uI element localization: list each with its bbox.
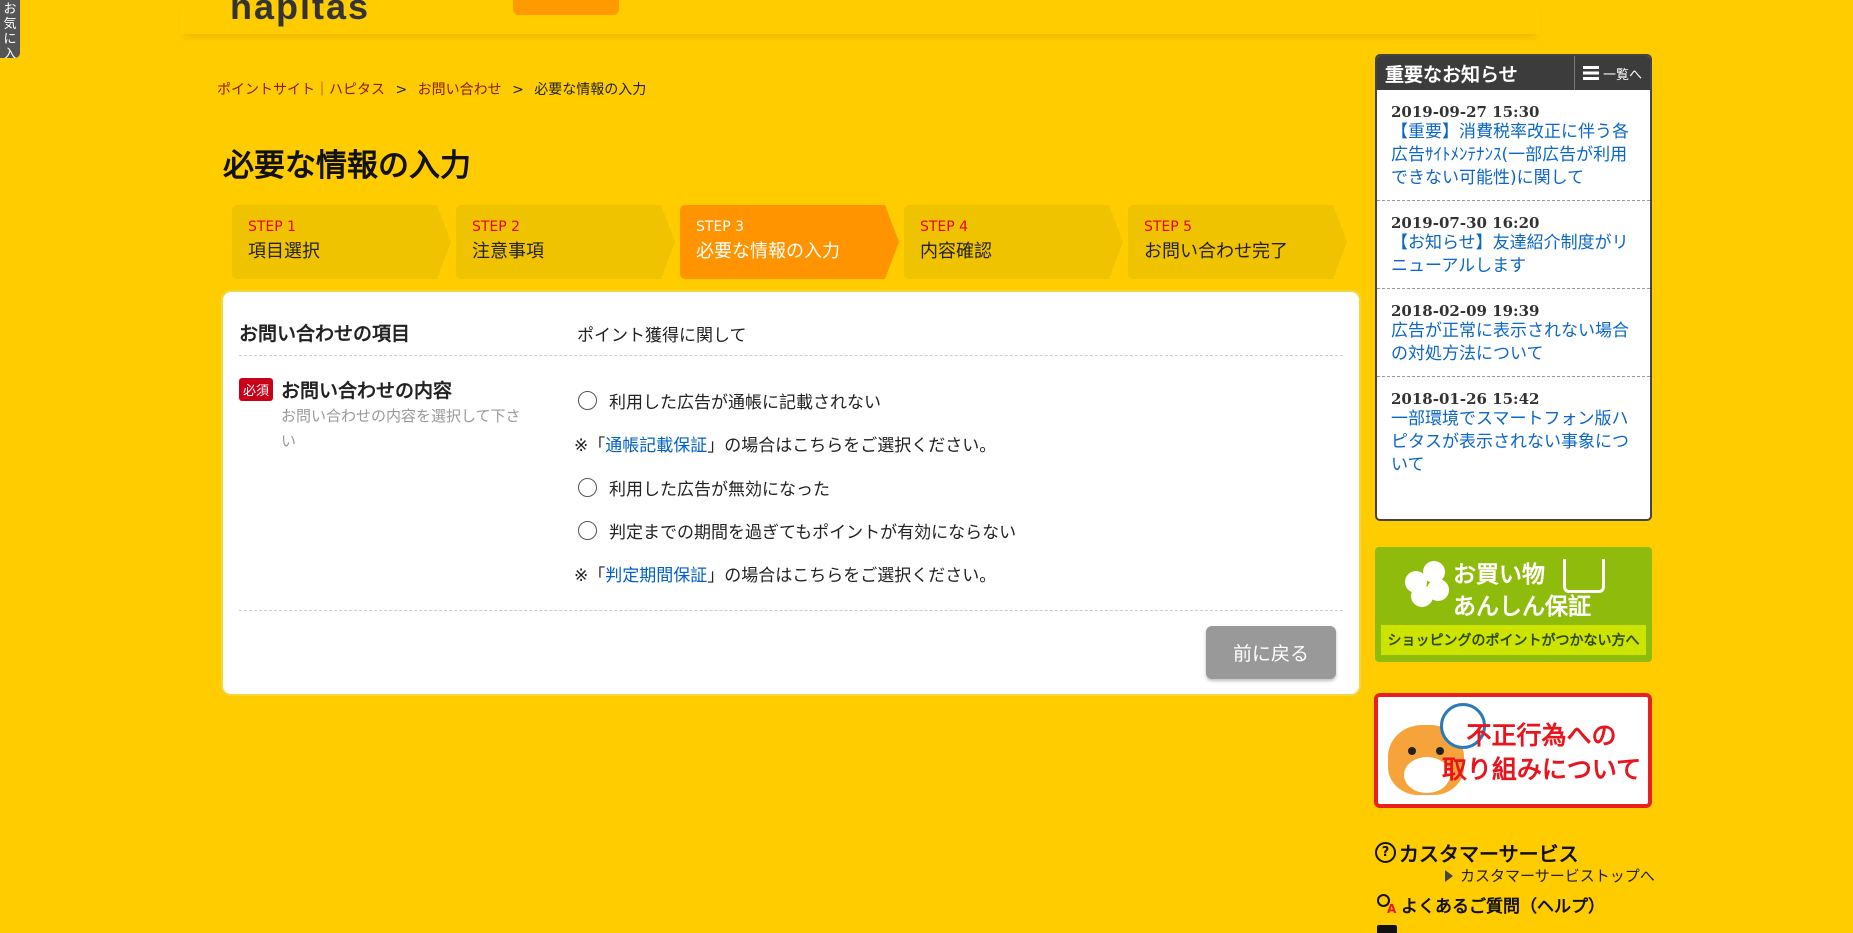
required-badge: 必須 [239, 378, 274, 401]
option-not-recorded[interactable]: 利用した広告が通帳に記載されない [578, 388, 881, 413]
faq-link-label: よくあるご質問（ヘルプ） [1401, 897, 1605, 917]
triangle-right-icon [1445, 869, 1453, 882]
step-1: STEP 1 項目選択 [232, 205, 451, 279]
news-list-link-label: 一覧へ [1602, 67, 1642, 83]
step-3-active: STEP 3 必要な情報の入力 [680, 205, 899, 279]
step-label: 必要な情報の入力 [696, 241, 840, 262]
question-icon: ? [1375, 842, 1396, 863]
step-label: 注意事項 [472, 241, 544, 262]
favorites-side-tab[interactable]: お気に入り [0, 0, 20, 58]
option-label: 利用した広告が通帳に記載されない [609, 393, 881, 413]
option-became-invalid[interactable]: 利用した広告が無効になった [578, 475, 830, 500]
step-number: STEP 2 [472, 219, 521, 235]
note-passbook-guarantee: ※「通帳記載保証」の場合はこちらをご選択ください。 [574, 431, 996, 456]
list-icon [1582, 66, 1599, 80]
news-header: 重要なお知らせ 一覧へ [1377, 56, 1650, 90]
breadcrumb-home-link[interactable]: ポイントサイト｜ハピタス [217, 82, 385, 98]
banner-title-line: 取り組みについて [1441, 755, 1642, 784]
option-not-validated[interactable]: 判定までの期間を過ぎてもポイントが有効にならない [578, 518, 1016, 543]
note-suffix: 」の場合はこちらをご選択ください。 [707, 566, 997, 586]
news-item[interactable]: 2019-09-27 15:30 【重要】消費税率改正に伴う各広告ｻｲﾄﾒﾝﾃﾅ… [1377, 90, 1650, 201]
news-item[interactable]: 2018-01-26 15:42 一部環境でスマートフォン版ハピタスが表示されな… [1377, 377, 1650, 487]
customer-service-title: ? カスタマーサービス [1375, 838, 1579, 867]
banner-title-line: 不正行為への [1466, 721, 1617, 750]
important-news-panel: 重要なお知らせ 一覧へ 2019-09-27 15:30 【重要】消費税率改正に… [1375, 54, 1652, 521]
inquiry-content-help: お問い合わせの内容を選択して下さい [281, 407, 521, 450]
news-date: 2019-09-27 15:30 [1391, 103, 1540, 121]
customer-service-top-link-label: カスタマーサービストップへ [1460, 867, 1655, 885]
note-suffix: 」の場合はこちらをご選択ください。 [707, 436, 997, 456]
customer-service-top-link[interactable]: カスタマーサービストップへ [1445, 865, 1655, 886]
note-prefix: ※「 [574, 436, 606, 456]
news-link[interactable]: 【お知らせ】友達紹介制度がリニューアルします [1391, 232, 1636, 278]
favorites-side-tab-label: お気に入り [3, 2, 17, 58]
cart-icon [1563, 559, 1605, 593]
inquiry-item-label: お問い合わせの項目 [239, 323, 411, 345]
site-logo[interactable]: hapitas [230, 0, 370, 28]
option-label: 判定までの期間を過ぎてもポイントが有効にならない [609, 523, 1017, 543]
step-2: STEP 2 注意事項 [456, 205, 675, 279]
breadcrumb: ポイントサイト｜ハピタス > お問い合わせ > 必要な情報の入力 [217, 79, 646, 99]
fraud-prevention-banner[interactable]: 不正行為への 取り組みについて [1374, 693, 1652, 808]
news-date: 2019-07-30 16:20 [1391, 214, 1540, 232]
step-indicator: STEP 1 項目選択 STEP 2 注意事項 STEP 3 必要な情報の入力 … [232, 205, 1347, 280]
step-number: STEP 3 [696, 219, 745, 235]
divider [239, 610, 1343, 611]
back-button[interactable]: 前に戻る [1206, 626, 1336, 679]
news-list-link[interactable]: 一覧へ [1573, 56, 1650, 90]
news-link[interactable]: 一部環境でスマートフォン版ハピタスが表示されない事象について [1391, 408, 1636, 477]
clover-icon [1405, 561, 1449, 607]
shopping-guarantee-banner[interactable]: お買い物 あんしん保証 ショッピングのポイントがつかない方へ [1375, 547, 1652, 662]
news-date: 2018-02-09 19:39 [1391, 302, 1540, 320]
note-prefix: ※「 [574, 566, 606, 586]
option-label: 利用した広告が無効になった [609, 480, 830, 500]
news-item[interactable]: 2018-02-09 19:39 広告が正常に表示されない場合の対処方法について [1377, 289, 1650, 377]
radio-button[interactable] [578, 478, 597, 497]
site-header [180, 0, 1540, 34]
faq-link[interactable]: A よくあるご質問（ヘルプ） [1377, 892, 1605, 917]
news-link[interactable]: 広告が正常に表示されない場合の対処方法について [1391, 320, 1636, 366]
step-label: お問い合わせ完了 [1144, 241, 1288, 262]
breadcrumb-current: 必要な情報の入力 [534, 82, 647, 98]
step-number: STEP 5 [1144, 219, 1193, 235]
step-number: STEP 4 [920, 219, 969, 235]
cut-off-menu-item [1377, 925, 1487, 933]
breadcrumb-separator: > [395, 82, 408, 98]
step-number: STEP 1 [248, 219, 297, 235]
step-label: 内容確認 [920, 241, 992, 262]
step-4: STEP 4 内容確認 [904, 205, 1123, 279]
banner-title-line: あんしん保証 [1453, 594, 1591, 620]
dog-eye [1408, 747, 1416, 755]
radio-button[interactable] [578, 391, 597, 410]
step-5: STEP 5 お問い合わせ完了 [1128, 205, 1347, 279]
banner-footer: ショッピングのポイントがつかない方へ [1381, 625, 1646, 655]
breadcrumb-separator: > [512, 82, 524, 98]
header-active-tab[interactable] [513, 0, 619, 15]
news-link[interactable]: 【重要】消費税率改正に伴う各広告ｻｲﾄﾒﾝﾃﾅﾝｽ(一部広告が利用できない可能性… [1391, 121, 1636, 190]
inquiry-content-label: お問い合わせの内容 [281, 380, 453, 402]
banner-title: 不正行為への 取り組みについて [1434, 719, 1648, 787]
inquiry-item-value: ポイント獲得に関して [577, 326, 747, 346]
inquiry-item-row: お問い合わせの項目 ポイント獲得に関して [239, 314, 1343, 356]
customer-service-title-label: カスタマーサービス [1399, 842, 1579, 866]
period-guarantee-link[interactable]: 判定期間保証 [605, 566, 707, 586]
breadcrumb-contact-link[interactable]: お問い合わせ [418, 82, 502, 98]
note-period-guarantee: ※「判定期間保証」の場合はこちらをご選択ください。 [574, 561, 996, 586]
faq-search-icon: A [1377, 893, 1399, 916]
news-title: 重要なお知らせ [1385, 63, 1518, 86]
passbook-guarantee-link[interactable]: 通帳記載保証 [605, 436, 707, 456]
page-title: 必要な情報の入力 [223, 148, 471, 184]
step-label: 項目選択 [248, 241, 320, 262]
inquiry-form: お問い合わせの項目 ポイント獲得に関して 必須 お問い合わせの内容 お問い合わせ… [223, 292, 1359, 694]
news-date: 2018-01-26 15:42 [1391, 390, 1540, 408]
radio-button[interactable] [578, 521, 597, 540]
news-item[interactable]: 2019-07-30 16:20 【お知らせ】友達紹介制度がリニューアルします [1377, 201, 1650, 289]
